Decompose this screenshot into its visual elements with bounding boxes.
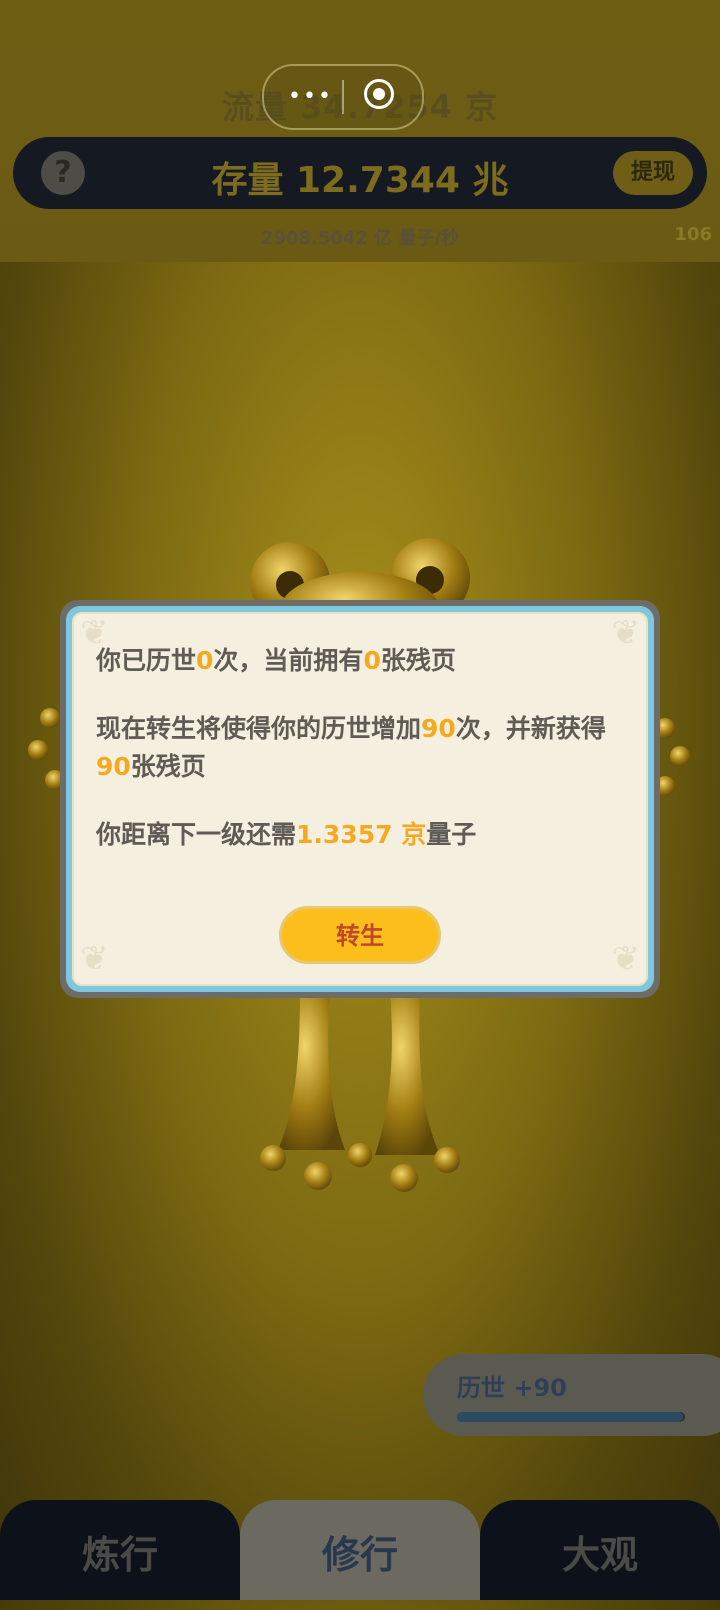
tab-daguan[interactable]: 大观 <box>480 1500 720 1600</box>
history-progress-fill <box>457 1412 683 1422</box>
reincarnate-button[interactable]: 转生 <box>279 906 441 964</box>
history-status-text: 你已历世0次，当前拥有0张残页 <box>96 646 456 675</box>
dialog-body: ❦ ❦ ❦ ❦ 你已历世0次，当前拥有0张残页 现在转生将使得你的历世增加90次… <box>72 612 648 986</box>
bottom-tab-bar: 炼行 修行 大观 <box>0 1500 720 1600</box>
reincarnation-gain-text: 现在转生将使得你的历世增加90次，并新获得90张残页 <box>96 714 606 781</box>
history-progress-track <box>457 1412 685 1422</box>
leaf-ornament-icon: ❦ <box>80 613 109 653</box>
leaf-ornament-icon: ❦ <box>611 939 641 979</box>
leaf-ornament-icon: ❦ <box>80 939 109 979</box>
next-level-requirement-text: 你距离下一级还需1.3357 京量子 <box>96 820 477 849</box>
leaf-ornament-icon: ❦ <box>611 613 641 653</box>
history-gain-label: 历世 +90 <box>457 1374 567 1402</box>
reincarnation-dialog: ❦ ❦ ❦ ❦ 你已历世0次，当前拥有0张残页 现在转生将使得你的历世增加90次… <box>60 600 660 998</box>
tab-xiuxing[interactable]: 修行 <box>240 1500 480 1600</box>
dialog-frame: ❦ ❦ ❦ ❦ 你已历世0次，当前拥有0张残页 现在转生将使得你的历世增加90次… <box>66 606 654 992</box>
history-progress-pill: 历世 +90 <box>423 1354 720 1436</box>
tab-lianxing[interactable]: 炼行 <box>0 1500 240 1600</box>
